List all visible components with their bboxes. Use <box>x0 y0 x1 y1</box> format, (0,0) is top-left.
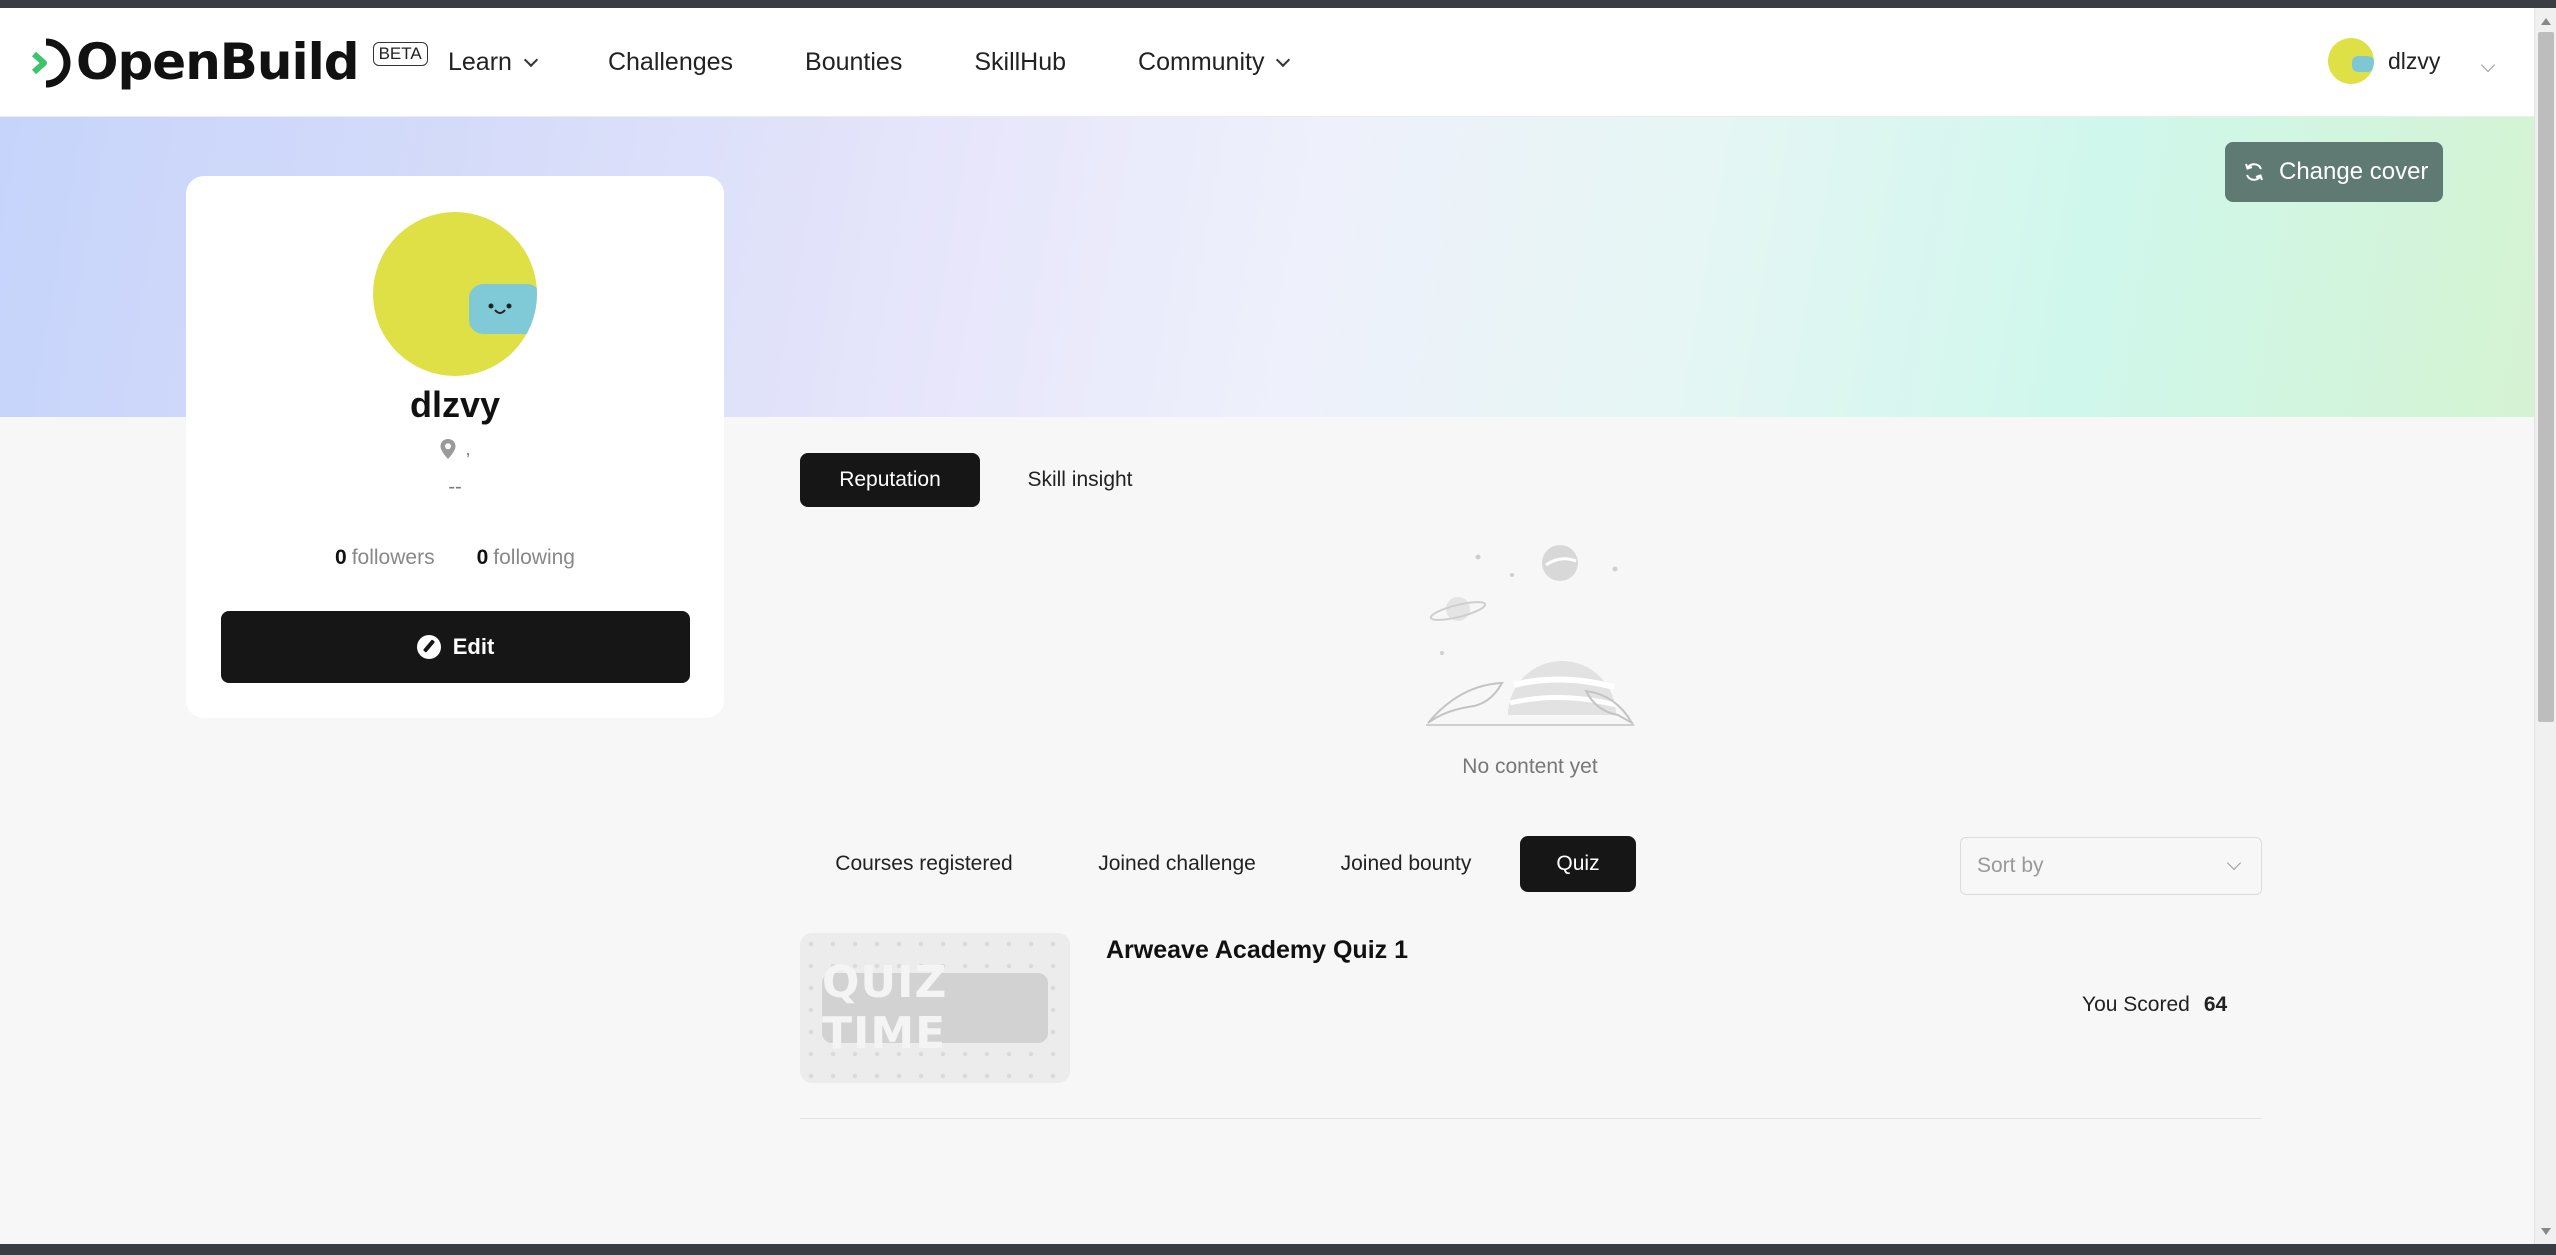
following-count: 0 <box>476 546 489 569</box>
profile-card: dlzvy , -- 0 followers 0 following Edit <box>186 176 724 718</box>
nav-challenges-label: Challenges <box>607 48 734 76</box>
main-nav: Learn Challenges Bounties SkillHub Commu… <box>448 8 1360 117</box>
quiz-score: You Scored 64 <box>2082 993 2227 1017</box>
page-scrollbar[interactable] <box>2534 8 2556 1244</box>
nav-bounties-label: Bounties <box>805 48 903 76</box>
scroll-up-arrow-icon[interactable] <box>2541 18 2551 25</box>
location-text: , <box>465 438 471 459</box>
nav-learn[interactable]: Learn <box>448 48 539 77</box>
edit-pencil-icon <box>416 635 441 659</box>
nav-learn-label: Learn <box>448 48 512 76</box>
change-cover-button[interactable]: Change cover <box>2225 142 2443 202</box>
row-divider <box>800 1118 2262 1119</box>
nav-skillhub[interactable]: SkillHub <box>974 48 1066 77</box>
tab-joined-bounty[interactable]: Joined bounty <box>1306 836 1506 892</box>
followers-link[interactable]: 0 followers <box>335 546 435 570</box>
chevron-down-icon <box>1276 52 1291 67</box>
profile-avatar <box>373 212 537 376</box>
profile-name: dlzvy <box>409 384 501 425</box>
score-value: 64 <box>2203 993 2228 1016</box>
followers-label: followers <box>351 546 435 569</box>
user-name: dlzvy <box>2388 47 2441 74</box>
window-bottom-strip <box>0 1244 2556 1255</box>
nav-bounties[interactable]: Bounties <box>805 48 902 77</box>
user-menu[interactable]: dlzvy <box>2328 38 2440 84</box>
chevron-down-icon <box>523 52 539 67</box>
logo-text: OpenBuild <box>76 33 360 91</box>
quiz-title[interactable]: Arweave Academy Quiz 1 <box>1106 936 1408 965</box>
openbuild-logo[interactable]: OpenBuild BETA <box>30 32 428 92</box>
nav-challenges[interactable]: Challenges <box>608 48 733 77</box>
tab-skill-insight[interactable]: Skill insight <box>1005 453 1155 507</box>
avatar <box>2328 38 2374 84</box>
nav-skillhub-label: SkillHub <box>974 48 1067 76</box>
nav-community-label: Community <box>1138 48 1265 76</box>
beta-badge: BETA <box>372 42 428 66</box>
chevron-down-icon <box>2226 855 2242 871</box>
sort-by-placeholder: Sort by <box>1977 854 2044 877</box>
following-link[interactable]: 0 following <box>477 546 575 570</box>
scroll-thumb[interactable] <box>2538 32 2554 722</box>
user-menu-chevron-icon[interactable] <box>2480 57 2496 73</box>
nav-community[interactable]: Community <box>1138 48 1291 77</box>
empty-state-text: No content yet <box>1462 755 1598 778</box>
followers-count: 0 <box>335 546 347 569</box>
tab-quiz[interactable]: Quiz <box>1520 836 1636 892</box>
score-label: You Scored <box>2082 993 2190 1016</box>
quiz-thumbnail-text: QUIZ TIME <box>822 957 1048 1059</box>
profile-location: , <box>186 438 724 460</box>
location-pin-icon <box>440 439 456 459</box>
change-cover-label: Change cover <box>2279 158 2429 185</box>
tab-courses-registered[interactable]: Courses registered <box>800 836 1048 892</box>
refresh-icon <box>2245 163 2263 181</box>
scroll-down-arrow-icon[interactable] <box>2541 1228 2551 1235</box>
edit-profile-button[interactable]: Edit <box>221 611 690 683</box>
logo-mark-icon <box>30 38 76 88</box>
edit-label: Edit <box>452 634 495 659</box>
tab-joined-challenge[interactable]: Joined challenge <box>1078 836 1276 892</box>
empty-planet-illustration-icon <box>1420 535 1640 740</box>
profile-bio: -- <box>448 476 462 498</box>
follow-stats: 0 followers 0 following <box>186 546 724 570</box>
top-header: OpenBuild BETA Learn Challenges Bounties… <box>0 8 2534 117</box>
following-label: following <box>493 546 575 569</box>
sort-by-select[interactable]: Sort by <box>1960 837 2262 895</box>
avatar-face-mask <box>469 284 537 334</box>
tab-reputation[interactable]: Reputation <box>800 453 980 507</box>
quiz-thumbnail[interactable]: QUIZ TIME <box>800 933 1070 1083</box>
window-top-strip <box>0 0 2556 8</box>
